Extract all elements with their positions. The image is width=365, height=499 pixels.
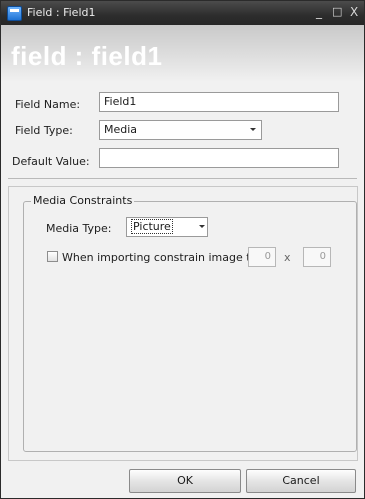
media-type-value: Picture bbox=[131, 219, 173, 234]
banner-title: field : field1 bbox=[11, 41, 163, 71]
maximize-button[interactable]: □ bbox=[332, 5, 342, 19]
field-type-select[interactable]: Media bbox=[99, 120, 262, 140]
app-window-icon bbox=[7, 6, 22, 21]
field-name-label: Field Name: bbox=[15, 98, 81, 111]
minimize-button[interactable]: _ bbox=[316, 5, 322, 19]
dimension-times-label: x bbox=[284, 251, 291, 264]
field-dialog-window: Field : Field1 _ □ X field : field1 Fiel… bbox=[0, 0, 365, 499]
default-value-label: Default Value: bbox=[12, 155, 90, 168]
field-type-value: Media bbox=[104, 123, 138, 136]
media-constraints-legend: Media Constraints bbox=[31, 194, 135, 207]
section-divider bbox=[8, 178, 357, 179]
media-type-label: Media Type: bbox=[46, 222, 112, 235]
cancel-button[interactable]: Cancel bbox=[246, 469, 356, 493]
chevron-down-icon bbox=[250, 128, 256, 131]
chevron-down-icon bbox=[199, 225, 205, 228]
media-constraints-group bbox=[23, 201, 357, 452]
header-banner: field : field1 bbox=[1, 25, 364, 81]
window-title: Field : Field1 bbox=[27, 6, 96, 19]
media-type-select[interactable]: Picture bbox=[126, 217, 208, 237]
constrain-height-input[interactable]: 0 bbox=[303, 247, 331, 267]
field-name-input[interactable]: Field1 bbox=[99, 92, 339, 112]
ok-button[interactable]: OK bbox=[129, 469, 241, 493]
constrain-image-checkbox[interactable] bbox=[47, 251, 58, 262]
constrain-image-label: When importing constrain image to bbox=[62, 251, 258, 264]
default-value-input[interactable] bbox=[99, 148, 339, 168]
title-bar[interactable]: Field : Field1 _ □ X bbox=[1, 1, 364, 25]
constrain-width-input[interactable]: 0 bbox=[248, 247, 276, 267]
close-button[interactable]: X bbox=[350, 5, 358, 19]
field-type-label: Field Type: bbox=[15, 124, 73, 137]
